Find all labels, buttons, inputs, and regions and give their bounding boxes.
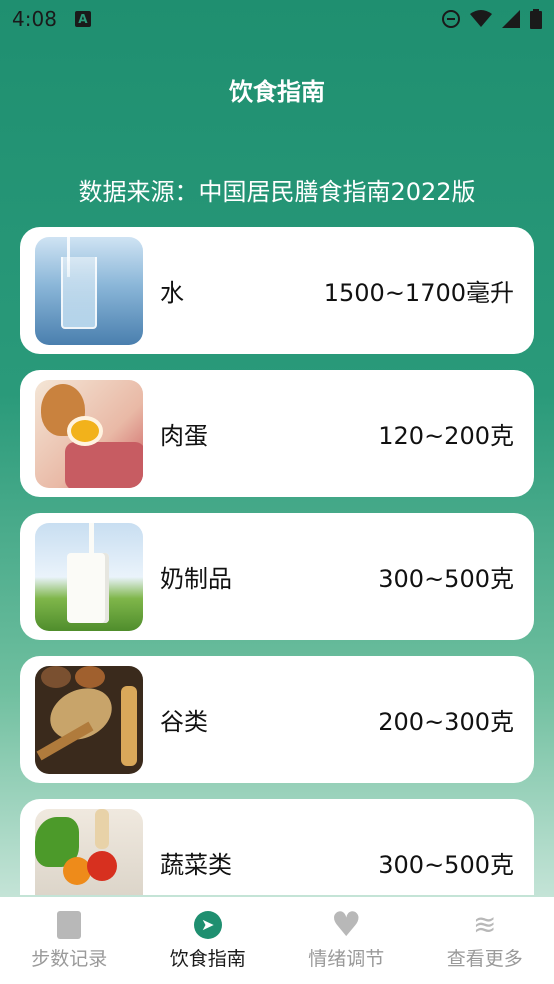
tab-label: 情绪调节: [308, 948, 385, 970]
layers-icon: ≋: [473, 908, 497, 941]
compass-icon: ➤: [193, 910, 223, 940]
item-name: 谷类: [160, 708, 208, 736]
item-name: 蔬菜类: [160, 851, 232, 879]
tab-diet-guide[interactable]: ➤ 饮食指南: [139, 897, 278, 984]
item-amount: 200~300克: [378, 708, 514, 736]
tab-step-record[interactable]: 步数记录: [0, 897, 139, 984]
tab-label: 饮食指南: [169, 948, 246, 970]
item-amount: 120~200克: [378, 422, 514, 450]
bottom-tab-bar: 步数记录 ➤ 饮食指南 ♥ 情绪调节 ≋ 查看更多: [0, 897, 554, 984]
list-item-vegetables[interactable]: 蔬菜类 300~500克: [20, 799, 534, 895]
signal-icon: [502, 10, 520, 28]
meat-egg-image: [35, 379, 143, 488]
item-name: 奶制品: [160, 565, 232, 593]
water-glass-image: [35, 236, 143, 345]
tab-mood[interactable]: ♥ 情绪调节: [277, 897, 416, 984]
do-not-disturb-icon: [442, 10, 460, 28]
heart-icon: ♥: [331, 905, 362, 945]
list-item-grains[interactable]: 谷类 200~300克: [20, 656, 534, 783]
wifi-icon: [470, 10, 492, 27]
app-notification-icon: A: [74, 11, 91, 27]
item-amount: 300~500克: [378, 851, 514, 879]
tab-label: 查看更多: [446, 948, 523, 970]
list-item-meat-egg[interactable]: 肉蛋 120~200克: [20, 370, 534, 497]
data-source-text: 数据来源：中国居民膳食指南2022版: [78, 178, 476, 206]
status-icons: [442, 9, 542, 29]
tab-label: 步数记录: [31, 948, 108, 970]
notebook-icon: [54, 910, 84, 940]
status-time: 4:08: [12, 7, 57, 31]
status-bar: 4:08 A: [0, 0, 554, 38]
item-name: 肉蛋: [160, 422, 208, 450]
item-amount: 1500~1700毫升: [323, 279, 514, 307]
milk-image: [35, 522, 143, 631]
page-title: 饮食指南: [229, 78, 325, 106]
item-amount: 300~500克: [378, 565, 514, 593]
battery-icon: [530, 9, 542, 29]
food-guide-list[interactable]: 水 1500~1700毫升 肉蛋 120~200克 奶制品 300~500克 谷…: [20, 227, 534, 895]
list-item-water[interactable]: 水 1500~1700毫升: [20, 227, 534, 354]
tab-more[interactable]: ≋ 查看更多: [416, 897, 554, 984]
list-item-dairy[interactable]: 奶制品 300~500克: [20, 513, 534, 640]
item-name: 水: [160, 279, 184, 307]
vegetables-image: [35, 808, 143, 895]
grain-image: [35, 665, 143, 774]
